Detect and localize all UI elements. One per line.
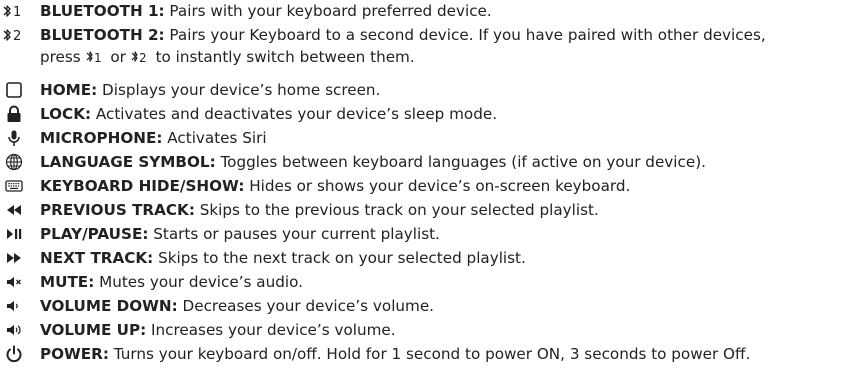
legend-term: LANGUAGE SYMBOL — [40, 153, 210, 171]
legend-term: PLAY/PAUSE — [40, 225, 143, 243]
legend-term: MICROPHONE: — [40, 129, 163, 147]
legend-term: MUTE — [40, 273, 89, 291]
legend-description: Skips to the previous track on your sele… — [194, 201, 599, 219]
legend-term: PREVIOUS TRACK — [40, 201, 189, 219]
home-icon — [0, 79, 28, 101]
legend-description: Starts or pauses your current playlist. — [148, 225, 440, 243]
legend-term: HOME — [40, 81, 92, 99]
legend-description: Mutes your device’s audio. — [94, 273, 303, 291]
power-icon — [0, 343, 28, 365]
legend-description: Pairs your Keyboard to a second device. … — [164, 26, 766, 44]
globe-icon — [0, 151, 28, 173]
mute-icon — [0, 271, 28, 293]
legend-text: or — [105, 48, 131, 66]
bluetooth-1-inline-icon: 1 — [86, 48, 106, 66]
legend-description: Toggles between keyboard languages (if a… — [215, 153, 706, 171]
legend-term: VOLUME DOWN — [40, 297, 172, 315]
legend-term: BLUETOOTH 2 — [40, 26, 159, 44]
legend-description: Increases your device’s volume. — [146, 321, 396, 339]
legend-term: KEYBOARD HIDE/SHOW — [40, 177, 239, 195]
svg-text:1: 1 — [13, 5, 21, 19]
legend-text: to instantly switch between them. — [150, 48, 415, 66]
legend-term: BLUETOOTH 1 — [40, 2, 159, 20]
bluetooth-1-icon: 1 — [0, 0, 28, 22]
keyboard-icon — [0, 175, 28, 197]
play-pause-icon — [0, 223, 28, 245]
legend-description: Hides or shows your device’s on-screen k… — [244, 177, 631, 195]
svg-text:2: 2 — [13, 29, 21, 43]
legend-description: Activates and deactivates your device’s … — [91, 105, 498, 123]
svg-text:2: 2 — [139, 51, 147, 64]
legend-term: LOCK: — [40, 105, 92, 123]
bluetooth-2-inline-icon: 2 — [131, 48, 151, 66]
bluetooth-2-icon: 2 — [0, 24, 28, 46]
legend-description: Activates Siri — [162, 129, 267, 147]
legend-description: Skips to the next track on your selected… — [153, 249, 526, 267]
legend-description: Turns your keyboard on/off. Hold for 1 s… — [108, 345, 751, 363]
legend-description: Displays your device’s home screen. — [97, 81, 381, 99]
legend-term: NEXT TRACK — [40, 249, 148, 267]
lock-icon — [0, 103, 28, 125]
volume-up-icon — [0, 319, 28, 341]
previous-track-icon — [0, 199, 28, 221]
next-track-icon — [0, 247, 28, 269]
legend-description-continued: press 1 or 2 to instantly switch between… — [40, 46, 415, 68]
keyboard-key-legend: 1 BLUETOOTH 1: Pairs with your keyboard … — [0, 0, 857, 386]
svg-text:1: 1 — [94, 51, 102, 64]
legend-item-bluetooth-2: 2 BLUETOOTH 2: Pairs your Keyboard to a … — [0, 24, 857, 68]
legend-description: Decreases your device’s volume. — [177, 297, 434, 315]
legend-term: POWER — [40, 345, 103, 363]
volume-down-icon — [0, 295, 28, 317]
legend-term: VOLUME UP — [40, 321, 141, 339]
legend-description: Pairs with your keyboard preferred devic… — [164, 2, 492, 20]
legend-text: press — [40, 48, 86, 66]
microphone-icon — [0, 127, 28, 149]
